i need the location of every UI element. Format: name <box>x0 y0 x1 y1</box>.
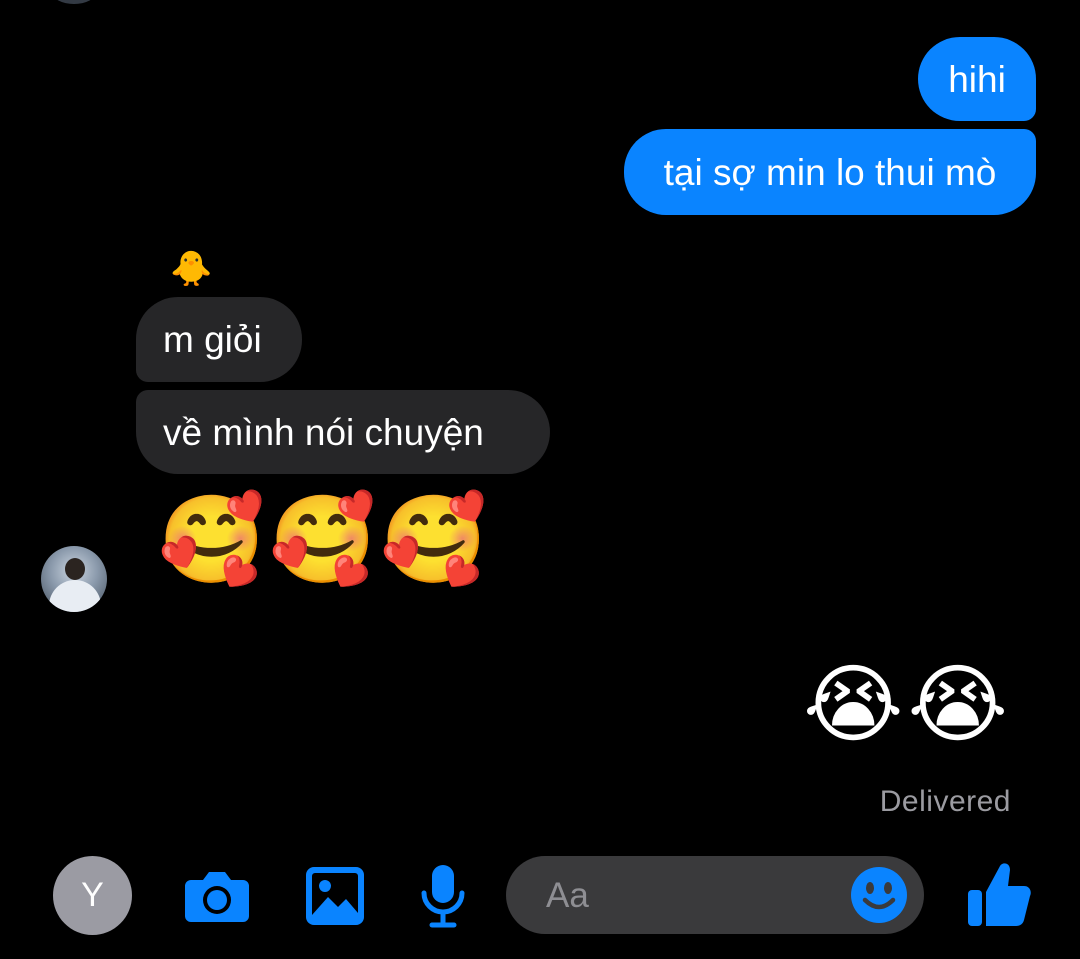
gallery-button[interactable] <box>301 862 369 930</box>
avatar-head <box>65 558 85 580</box>
message-text: về mình nói chuyện <box>163 411 484 453</box>
camera-icon <box>185 872 249 922</box>
message-text: m giỏi <box>163 319 262 360</box>
message-input-container[interactable] <box>506 856 924 936</box>
incoming-emoji-message[interactable]: 🥰🥰🥰 <box>158 497 491 583</box>
avatar-shoulders <box>49 580 101 612</box>
contact-avatar[interactable] <box>41 546 107 612</box>
contact-avatar-top-partial <box>52 0 96 4</box>
message-text: tại sợ min lo thui mò <box>663 151 997 193</box>
image-icon <box>306 867 364 925</box>
smiley-icon[interactable] <box>850 866 908 924</box>
composer-bar: Y <box>0 846 1080 959</box>
incoming-message[interactable]: m giỏi <box>136 297 302 382</box>
microphone-icon <box>421 865 465 928</box>
user-avatar[interactable]: Y <box>53 856 132 935</box>
message-input[interactable] <box>544 856 848 936</box>
camera-button[interactable] <box>183 862 251 930</box>
microphone-button[interactable] <box>409 862 477 930</box>
message-reaction[interactable]: 🐥 <box>170 252 212 286</box>
outgoing-emoji-message[interactable]: 😭😭 <box>803 662 1012 748</box>
user-initial: Y <box>81 876 104 914</box>
message-text: hihi <box>948 58 1006 100</box>
outgoing-message[interactable]: tại sợ min lo thui mò <box>624 129 1036 215</box>
incoming-message[interactable]: về mình nói chuyện <box>136 390 550 474</box>
thumbs-up-icon[interactable] <box>966 860 1032 930</box>
outgoing-message[interactable]: hihi <box>918 37 1036 121</box>
delivery-status: Delivered <box>879 785 1011 818</box>
